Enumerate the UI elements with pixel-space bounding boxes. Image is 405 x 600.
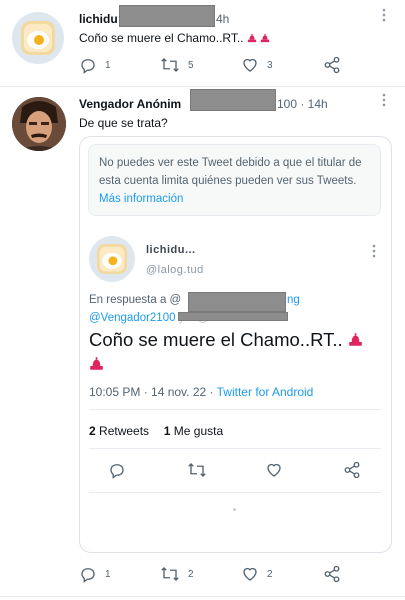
- quoted-timestamp: 10:05 PM · 14 nov. 22 · Twitter for Andr…: [89, 385, 314, 399]
- retweet-count: 5: [188, 59, 194, 71]
- siren-icon: [247, 33, 257, 43]
- like-stat[interactable]: 1 Me gusta: [164, 424, 223, 438]
- author-name[interactable]: lichidu: [79, 12, 118, 26]
- author-name[interactable]: Vengador Anónim: [79, 97, 181, 111]
- like-count: 3: [267, 59, 273, 71]
- share-icon: [344, 461, 360, 479]
- like-button[interactable]: 2: [241, 565, 273, 583]
- siren-icon: [90, 357, 103, 370]
- divider: [0, 596, 405, 597]
- share-icon: [324, 56, 340, 74]
- avatar[interactable]: [12, 12, 64, 64]
- share-button[interactable]: [323, 565, 341, 583]
- share-icon: [324, 565, 340, 583]
- quoted-author-handle[interactable]: @lalog.tud: [146, 264, 204, 276]
- person-avatar-icon: [12, 97, 66, 151]
- loading-dot: [233, 508, 236, 511]
- quoted-text-siren-line: [89, 356, 104, 375]
- siren-icon: [261, 33, 270, 43]
- divider: [0, 86, 405, 87]
- reply-icon: [81, 59, 95, 74]
- share-button[interactable]: [343, 461, 361, 479]
- quoted-author-name[interactable]: lichidu...: [146, 244, 196, 256]
- tweet-text: De que se trata?: [79, 116, 168, 130]
- like-count: 2: [267, 568, 273, 580]
- reply-context: En respuesta a @: [89, 294, 182, 306]
- egg-toast-icon: [21, 21, 55, 55]
- divider: [89, 448, 381, 449]
- heart-icon: [267, 463, 281, 477]
- redacted-handle: [190, 89, 276, 111]
- avatar[interactable]: [12, 97, 66, 151]
- reply-button[interactable]: 1: [79, 56, 111, 74]
- more-options-icon[interactable]: [372, 244, 378, 260]
- retweet-button[interactable]: 2: [160, 565, 194, 583]
- redacted-handle: [119, 5, 215, 27]
- reply-icon: [81, 568, 95, 583]
- reply-count: 1: [105, 568, 111, 580]
- engagement-stats: 2 Retweets 1 Me gusta: [89, 424, 223, 438]
- retweet-button[interactable]: 5: [160, 56, 194, 74]
- retweet-count: 2: [188, 568, 194, 580]
- more-options-icon[interactable]: [382, 93, 388, 109]
- divider: [89, 409, 381, 410]
- retweet-stat[interactable]: 2 Retweets: [89, 424, 149, 438]
- retweet-icon: [161, 567, 179, 581]
- reply-button[interactable]: [108, 461, 126, 479]
- like-button[interactable]: 3: [241, 56, 273, 74]
- heart-icon: [243, 567, 257, 581]
- mention-link[interactable]: @Vengador2100: [89, 312, 176, 324]
- tweet-text: Coño se muere el Chamo..RT..: [79, 31, 270, 46]
- tweet-time[interactable]: 4h: [216, 12, 229, 26]
- retweet-icon: [188, 463, 206, 477]
- retweet-button[interactable]: [187, 461, 207, 479]
- avatar[interactable]: [89, 236, 135, 282]
- reply-icon: [110, 464, 124, 479]
- divider: [89, 492, 381, 493]
- more-info-link[interactable]: Más información: [99, 193, 183, 205]
- reply-mention-link[interactable]: ng: [287, 294, 300, 306]
- tweet-handle-time[interactable]: 100 · 14h: [277, 97, 328, 111]
- egg-toast-icon: [96, 243, 128, 275]
- siren-icon: [349, 333, 362, 346]
- redacted-mention: [188, 292, 286, 312]
- quoted-tweet-text: Coño se muere el Chamo..RT..: [89, 329, 363, 351]
- notice-text: No puedes ver este Tweet debido a que el…: [99, 157, 362, 187]
- retweet-icon: [161, 58, 179, 72]
- restricted-notice: No puedes ver este Tweet debido a que el…: [88, 144, 381, 216]
- source-link[interactable]: Twitter for Android: [217, 385, 314, 399]
- reply-button[interactable]: 1: [79, 565, 111, 583]
- reply-count: 1: [105, 59, 111, 71]
- like-button[interactable]: [265, 461, 283, 479]
- share-button[interactable]: [323, 56, 341, 74]
- more-options-icon[interactable]: [382, 8, 388, 24]
- redacted-mention: [178, 312, 288, 321]
- heart-icon: [243, 58, 257, 72]
